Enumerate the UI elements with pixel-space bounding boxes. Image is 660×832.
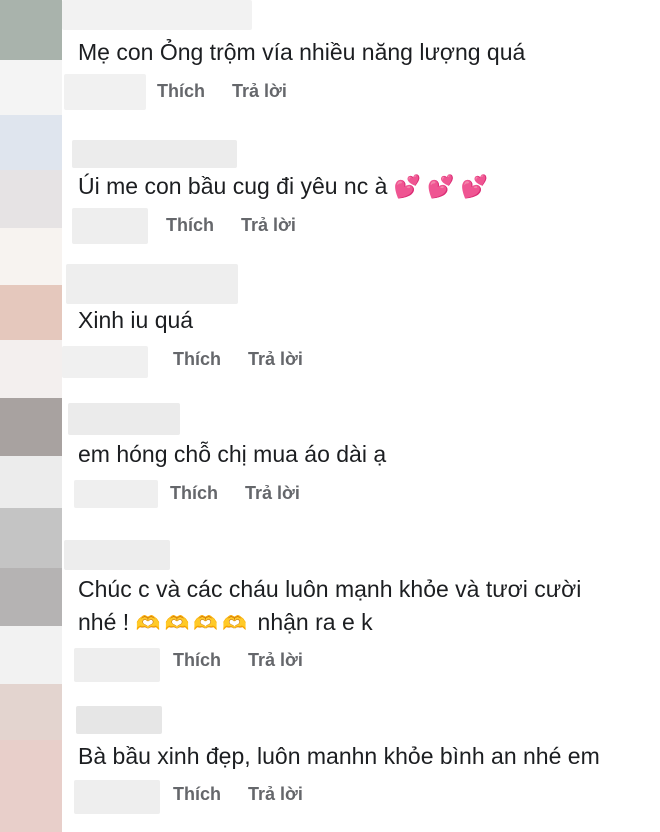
name-placeholder — [76, 706, 162, 734]
comment-body: nhé ! — [78, 609, 130, 635]
name-placeholder — [64, 540, 170, 570]
like-button[interactable]: Thích — [170, 483, 218, 504]
comment-actions: Thích Trả lời — [170, 483, 300, 504]
like-button[interactable]: Thích — [173, 784, 221, 805]
like-button[interactable]: Thích — [166, 215, 214, 236]
reply-button[interactable]: Trả lời — [245, 483, 300, 504]
like-button[interactable]: Thích — [157, 81, 205, 102]
comment-text: em hóng chỗ chị mua áo dài ạ — [78, 441, 387, 467]
reply-button[interactable]: Trả lời — [248, 349, 303, 370]
avatar — [0, 456, 62, 508]
comment-text: Chúc c và các cháu luôn mạnh khỏe và tươ… — [78, 576, 582, 602]
comment-body: Úi me con bầu cug đi yêu nc à — [78, 173, 388, 199]
comment-actions: Thích Trả lời — [173, 650, 303, 671]
comment-body: nhận ra e k — [257, 609, 373, 635]
like-button[interactable]: Thích — [173, 650, 221, 671]
timestamp-placeholder — [74, 480, 158, 508]
heart-hands-icon: 🫶🫶🫶🫶 — [135, 613, 252, 635]
timestamp-placeholder — [72, 208, 148, 244]
avatar — [0, 684, 62, 740]
comment-actions: Thích Trả lời — [166, 215, 296, 236]
avatar — [0, 115, 62, 170]
avatar — [0, 228, 62, 285]
name-placeholder — [72, 140, 237, 168]
comment-text: Úi me con bầu cug đi yêu nc à 💕 💕 💕 — [78, 168, 488, 205]
reply-button[interactable]: Trả lời — [248, 650, 303, 671]
like-button[interactable]: Thích — [173, 349, 221, 370]
timestamp-placeholder — [74, 780, 160, 814]
timestamp-placeholder — [64, 74, 146, 110]
reply-button[interactable]: Trả lời — [248, 784, 303, 805]
timestamp-placeholder — [62, 346, 148, 378]
reply-button[interactable]: Trả lời — [232, 81, 287, 102]
comment-text: Bà bầu xinh đẹp, luôn manhn khỏe bình an… — [78, 743, 600, 769]
two-hearts-icon: 💕 💕 💕 — [393, 174, 489, 199]
comment-actions: Thích Trả lời — [173, 349, 303, 370]
avatar — [0, 626, 62, 684]
avatar — [0, 60, 62, 115]
comment-actions: Thích Trả lời — [173, 784, 303, 805]
comment-text: Mẹ con Ỏng trộm vía nhiều năng lượng quá — [78, 39, 526, 65]
timestamp-placeholder — [74, 648, 160, 682]
name-placeholder — [68, 403, 180, 435]
avatar — [0, 398, 62, 456]
reply-button[interactable]: Trả lời — [241, 215, 296, 236]
comment-text-line2: nhé ! 🫶🫶🫶🫶 nhận ra e k — [78, 604, 373, 642]
comment-actions: Thích Trả lời — [157, 81, 287, 102]
avatar — [0, 740, 62, 832]
avatar — [0, 508, 62, 568]
name-placeholder — [62, 0, 252, 30]
avatar — [0, 285, 62, 340]
name-placeholder — [66, 264, 238, 304]
avatar — [0, 568, 62, 626]
avatar — [0, 340, 62, 398]
comment-text: Xinh iu quá — [78, 307, 194, 333]
avatar — [0, 0, 62, 60]
avatar — [0, 170, 62, 228]
